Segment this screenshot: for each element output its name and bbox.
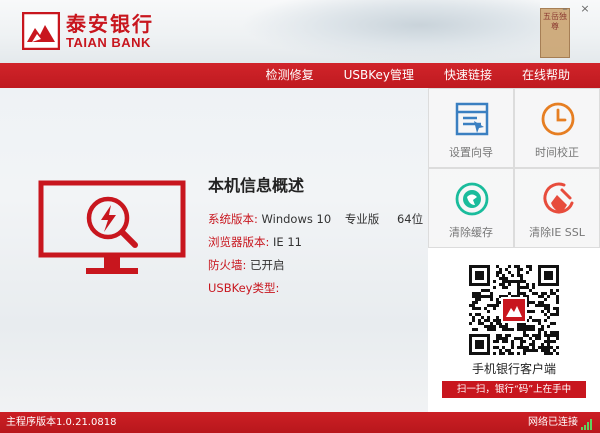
- bank-name-cn: 泰安银行: [66, 11, 154, 36]
- nav-bar: 检测修复 USBKey管理 快速链接 在线帮助: [0, 63, 600, 88]
- settings-guide-label: 设置向导: [449, 146, 493, 159]
- clear-cache-label: 清除缓存: [449, 226, 493, 239]
- status-bar: 主程序版本1.0.21.0818 网络已连接: [0, 412, 600, 433]
- app-header: 泰安银行 TAIAN BANK 五岳独尊 – ×: [0, 0, 600, 63]
- usbkey-type-label: USBKey类型:: [208, 281, 280, 295]
- network-status: 网络已连接: [528, 417, 578, 428]
- mobile-app-qr-panel: 手机银行客户端 扫一扫，银行“码”上在手中: [428, 248, 600, 412]
- time-correct-label: 时间校正: [535, 146, 579, 159]
- os-bits-value: 64位: [396, 212, 424, 226]
- mountain-seal-badge: 五岳独尊: [540, 8, 570, 58]
- broom-icon: [540, 181, 576, 217]
- firewall-value: 已开启: [250, 258, 285, 272]
- info-title: 本机信息概述: [208, 176, 305, 195]
- os-edition-value: 专业版: [344, 212, 380, 226]
- clear-cache-button[interactable]: 清除缓存: [428, 168, 514, 248]
- nav-item-online-help[interactable]: 在线帮助: [522, 63, 570, 88]
- clear-cache-icon: [454, 181, 490, 217]
- settings-guide-icon: [454, 101, 490, 137]
- bank-logo-icon: [21, 11, 61, 51]
- system-info-panel: 本机信息概述 系统版本: Windows 10 专业版 64位 浏览器版本: I…: [208, 172, 423, 300]
- os-version-label: 系统版本:: [208, 212, 258, 226]
- clock-icon: [540, 101, 576, 137]
- header-background: [240, 0, 540, 63]
- browser-version-label: 浏览器版本:: [208, 235, 270, 249]
- monitor-icon: [38, 180, 186, 283]
- settings-guide-button[interactable]: 设置向导: [428, 88, 514, 168]
- usbkey-type-row: USBKey类型:: [208, 277, 423, 300]
- minimize-button[interactable]: –: [558, 3, 572, 15]
- browser-version-value: IE 11: [273, 235, 302, 249]
- qr-code: [469, 265, 559, 355]
- program-version: 主程序版本1.0.21.0818: [6, 417, 117, 428]
- clear-ie-ssl-label: 清除IE SSL: [529, 226, 585, 239]
- time-correct-button[interactable]: 时间校正: [514, 88, 600, 168]
- firewall-label: 防火墙:: [208, 258, 247, 272]
- os-version-value: Windows 10: [261, 212, 332, 226]
- nav-item-usbkey-manage[interactable]: USBKey管理: [344, 63, 414, 88]
- firewall-row: 防火墙: 已开启: [208, 254, 423, 277]
- browser-version-row: 浏览器版本: IE 11: [208, 231, 423, 254]
- nav-item-detect-repair[interactable]: 检测修复: [266, 63, 314, 88]
- window-controls: – ×: [558, 3, 592, 15]
- qr-caption: 手机银行客户端: [471, 362, 556, 376]
- tool-grid: 设置向导 时间校正 清除缓存 清除IE SSL: [428, 88, 600, 248]
- nav-item-quick-links[interactable]: 快速链接: [444, 63, 492, 88]
- bank-name-en: TAIAN BANK: [66, 34, 151, 50]
- close-button[interactable]: ×: [578, 3, 592, 15]
- qr-slogan: 扫一扫，银行“码”上在手中: [442, 381, 586, 398]
- bank-logo: 泰安银行 TAIAN BANK: [21, 11, 154, 51]
- clear-ie-ssl-button[interactable]: 清除IE SSL: [514, 168, 600, 248]
- signal-icon: [581, 417, 593, 430]
- os-version-row: 系统版本: Windows 10 专业版 64位: [208, 208, 423, 231]
